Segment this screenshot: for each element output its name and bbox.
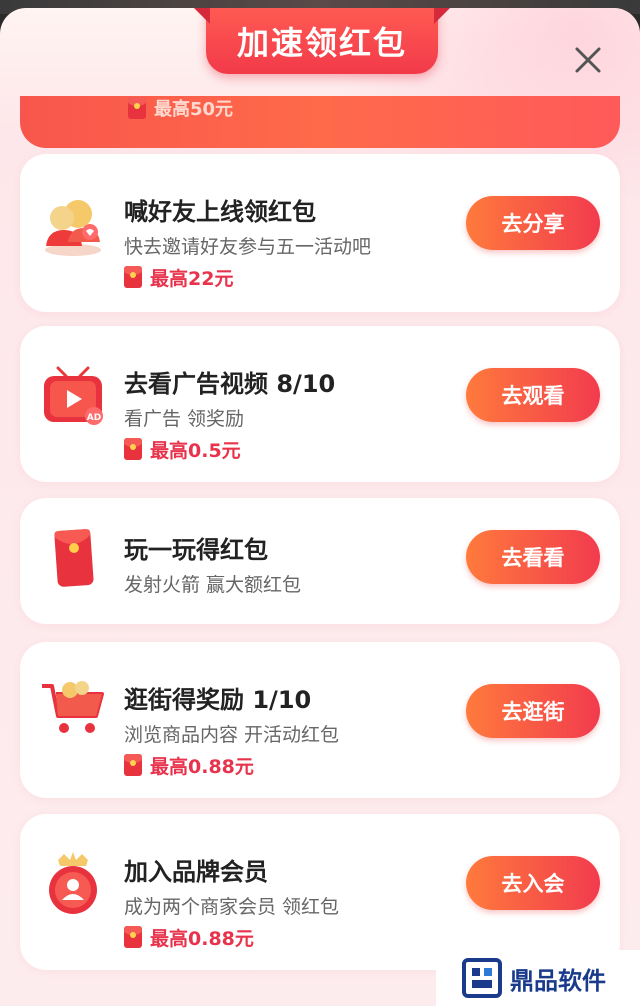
browse-button[interactable]: 去逛街	[466, 684, 600, 738]
task-description: 浏览商品内容 开活动红包	[124, 724, 340, 746]
red-envelope-icon	[54, 529, 94, 587]
previous-task-reward: 最高50元	[128, 96, 233, 120]
task-description: 发射火箭 赢大额红包	[124, 574, 302, 596]
task-title: 喊好友上线领红包	[124, 198, 316, 226]
task-description: 快去邀请好友参与五一活动吧	[124, 236, 372, 258]
task-reward: 最高0.5元	[124, 436, 241, 462]
task-title: 去看广告视频 8/10	[124, 370, 336, 398]
task-card-browse-shopping: 逛街得奖励 1/10 浏览商品内容 开活动红包 最高0.88元 去逛街	[20, 642, 620, 798]
task-reward: 最高0.88元	[124, 924, 254, 950]
task-reward-text: 最高0.88元	[150, 755, 254, 778]
task-card-play-game: 玩一玩得红包 发射火箭 赢大额红包 去看看	[20, 498, 620, 624]
close-icon	[575, 47, 601, 73]
task-reward-text: 最高22元	[150, 267, 234, 290]
friends-icon	[45, 200, 101, 256]
task-description: 成为两个商家会员 领红包	[124, 896, 340, 918]
previous-task-reward-text: 最高50元	[154, 99, 234, 120]
play-button[interactable]: 去看看	[466, 530, 600, 584]
previous-task-card: 最高50元	[20, 96, 620, 148]
red-packet-icon	[124, 926, 142, 948]
task-title: 加入品牌会员	[124, 858, 268, 886]
brand-logo-icon	[462, 958, 502, 998]
red-packet-icon	[124, 266, 142, 288]
task-card-join-membership: 加入品牌会员 成为两个商家会员 领红包 最高0.88元 去入会	[20, 814, 620, 970]
task-reward-text: 最高0.88元	[150, 927, 254, 950]
video-ad-icon: AD	[44, 366, 103, 425]
svg-text:AD: AD	[87, 413, 101, 423]
red-packet-icon	[124, 438, 142, 460]
task-title: 逛街得奖励 1/10	[124, 686, 312, 714]
red-packet-icon	[128, 97, 146, 119]
close-button[interactable]	[566, 38, 610, 82]
member-badge-icon	[49, 852, 97, 914]
share-button[interactable]: 去分享	[466, 196, 600, 250]
join-button[interactable]: 去入会	[466, 856, 600, 910]
task-reward: 最高22元	[124, 264, 233, 290]
task-reward-text: 最高0.5元	[150, 439, 241, 462]
watermark-text: 鼎品软件	[510, 966, 606, 995]
page-title: 加速领红包	[236, 24, 407, 62]
task-card-invite-friends: 喊好友上线领红包 快去邀请好友参与五一活动吧 最高22元 去分享	[20, 154, 620, 312]
task-card-watch-ads: AD 去看广告视频 8/10 看广告 领奖励 最高0.5元 去观看	[20, 326, 620, 482]
watch-button[interactable]: 去观看	[466, 368, 600, 422]
red-packet-icon	[124, 754, 142, 776]
task-reward: 最高0.88元	[124, 752, 254, 778]
title-banner: 加速领红包	[206, 8, 438, 74]
task-description: 看广告 领奖励	[124, 408, 245, 430]
task-title: 玩一玩得红包	[124, 536, 268, 564]
shopping-cart-icon	[42, 681, 104, 733]
red-packet-sheet: 最高50元 加速领红包 喊好友上线领红包 快去邀请好友参与五一活动吧 最高22元…	[0, 8, 640, 1006]
watermark: 鼎品软件	[436, 950, 640, 1006]
